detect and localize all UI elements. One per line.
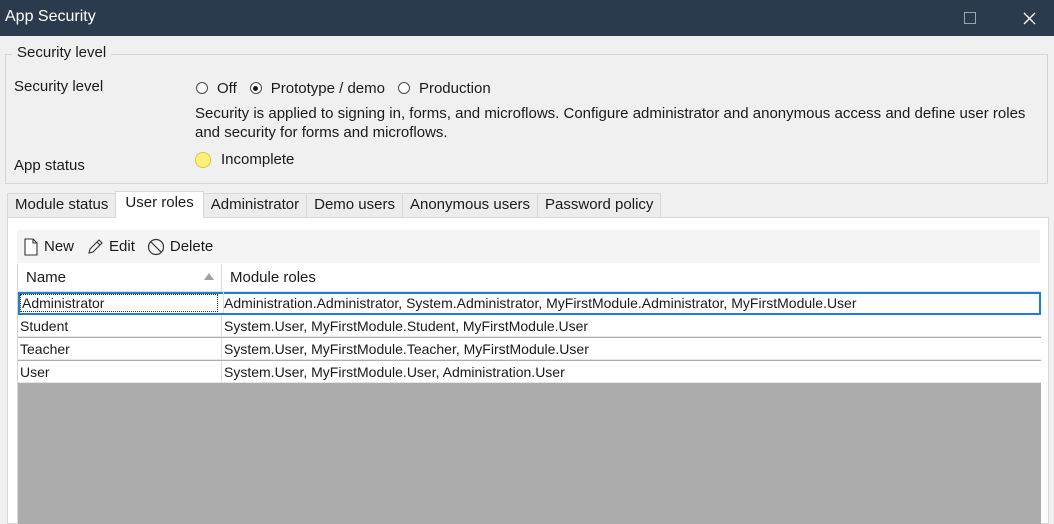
cell-name[interactable]: Teacher bbox=[20, 340, 218, 358]
tab-administrator[interactable]: Administrator bbox=[202, 193, 308, 218]
maximize-icon bbox=[964, 12, 976, 24]
window-title: App Security bbox=[5, 8, 96, 25]
edit-button[interactable]: Edit bbox=[86, 238, 135, 256]
tab-module-status[interactable]: Module status bbox=[7, 193, 117, 218]
column-header-name[interactable]: Name bbox=[26, 269, 66, 286]
radio-off-label[interactable]: Off bbox=[217, 80, 237, 97]
security-level-radio-group: Off Prototype / demo Production bbox=[196, 78, 504, 98]
app-status-label: App status bbox=[14, 157, 85, 174]
grid-header: Name Module roles bbox=[18, 264, 1041, 292]
tab-password-policy[interactable]: Password policy bbox=[537, 193, 662, 218]
table-row[interactable]: Administrator Administration.Administrat… bbox=[18, 292, 1041, 315]
delete-button-label[interactable]: Delete bbox=[170, 238, 213, 255]
cell-name[interactable]: User bbox=[20, 363, 218, 381]
column-divider bbox=[221, 315, 222, 337]
cell-name[interactable]: Administrator bbox=[20, 294, 218, 312]
radio-off[interactable]: Off bbox=[196, 80, 237, 97]
title-bar: App Security bbox=[0, 0, 1054, 36]
column-divider[interactable] bbox=[221, 264, 222, 291]
tab-anonymous-users[interactable]: Anonymous users bbox=[401, 193, 539, 218]
cell-module-roles[interactable]: Administration.Administrator, System.Adm… bbox=[224, 294, 857, 312]
radio-off-circle[interactable] bbox=[196, 82, 208, 94]
column-divider bbox=[221, 338, 222, 360]
column-header-module-roles[interactable]: Module roles bbox=[230, 269, 316, 286]
new-document-icon bbox=[24, 237, 38, 256]
radio-prototype-demo-circle[interactable] bbox=[249, 82, 262, 94]
table-row[interactable]: Teacher System.User, MyFirstModule.Teach… bbox=[18, 338, 1041, 360]
column-divider bbox=[221, 361, 222, 383]
tab-bar: Module status User roles Administrator D… bbox=[7, 191, 662, 218]
edit-button-label[interactable]: Edit bbox=[109, 238, 135, 255]
cell-module-roles[interactable]: System.User, MyFirstModule.Teacher, MyFi… bbox=[224, 340, 589, 358]
radio-production[interactable]: Production bbox=[397, 80, 491, 97]
cell-module-roles[interactable]: System.User, MyFirstModule.Student, MyFi… bbox=[224, 317, 588, 335]
cell-module-roles[interactable]: System.User, MyFirstModule.User, Adminis… bbox=[224, 363, 565, 381]
user-roles-grid[interactable]: Name Module roles Administrator Administ… bbox=[17, 264, 1041, 524]
status-indicator-icon bbox=[195, 151, 211, 168]
new-button-label[interactable]: New bbox=[44, 238, 74, 255]
close-button[interactable] bbox=[1006, 0, 1052, 36]
radio-prototype-demo-label[interactable]: Prototype / demo bbox=[271, 80, 385, 97]
table-row[interactable]: User System.User, MyFirstModule.User, Ad… bbox=[18, 361, 1041, 383]
table-row[interactable]: Student System.User, MyFirstModule.Stude… bbox=[18, 315, 1041, 337]
radio-production-circle[interactable] bbox=[397, 82, 410, 94]
radio-prototype-demo[interactable]: Prototype / demo bbox=[249, 80, 385, 97]
sort-ascending-icon bbox=[204, 273, 214, 280]
maximize-button[interactable] bbox=[947, 0, 993, 36]
user-roles-toolbar: New Edit Delete bbox=[17, 230, 1040, 263]
security-level-legend: Security level bbox=[12, 44, 112, 61]
security-description: Security is applied to signing in, forms… bbox=[195, 105, 1026, 141]
radio-production-label[interactable]: Production bbox=[419, 80, 491, 97]
delete-button[interactable]: Delete bbox=[147, 238, 213, 256]
tab-demo-users[interactable]: Demo users bbox=[306, 193, 403, 218]
prohibited-icon bbox=[147, 238, 164, 255]
new-button[interactable]: New bbox=[23, 237, 74, 256]
close-icon bbox=[1023, 12, 1035, 24]
security-level-label: Security level bbox=[14, 78, 104, 95]
tab-user-roles[interactable]: User roles bbox=[115, 191, 204, 218]
app-status-value: Incomplete bbox=[221, 151, 295, 168]
pencil-icon bbox=[88, 238, 103, 254]
cell-name[interactable]: Student bbox=[20, 317, 218, 335]
app-status: Incomplete bbox=[195, 151, 294, 168]
